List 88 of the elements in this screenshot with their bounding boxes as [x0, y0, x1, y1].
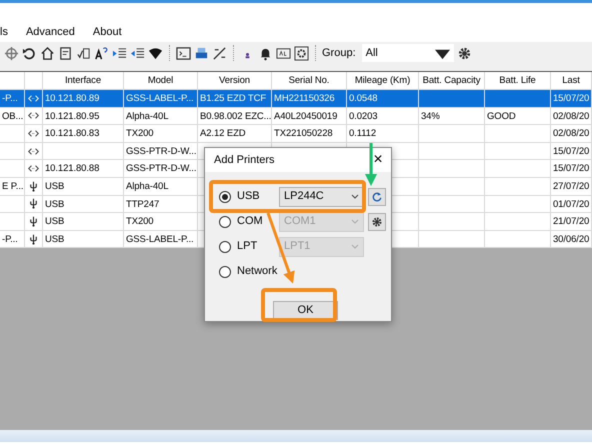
- group-dropdown[interactable]: All: [362, 44, 454, 62]
- table-cell: 10.121.80.95: [43, 108, 124, 126]
- network-icon: [28, 128, 39, 139]
- table-cell: E P...: [0, 178, 25, 196]
- close-button[interactable]: ×: [365, 149, 391, 171]
- table-cell: 15/07/20: [551, 142, 592, 160]
- table-cell: GSS-PTR-D-W...: [124, 160, 198, 178]
- terminal-icon[interactable]: [176, 46, 191, 60]
- table-cell: USB: [43, 196, 124, 214]
- settings-icon[interactable]: [294, 46, 309, 60]
- group-label: Group:: [322, 46, 356, 61]
- table-cell: B0.98.002 EZC...: [198, 108, 272, 126]
- port-dropdown[interactable]: LP244C: [279, 186, 364, 206]
- radio-label[interactable]: Network: [237, 263, 279, 280]
- usb-icon: [28, 216, 39, 227]
- table-cell: 21/07/20: [551, 213, 592, 231]
- table-cell: OB...: [0, 108, 25, 126]
- settings-icon: [371, 216, 383, 228]
- indent-icon[interactable]: [112, 46, 127, 60]
- table-cell: 15/07/20: [551, 160, 592, 178]
- usb-icon: [28, 180, 39, 192]
- table-cell: TX221050228: [272, 125, 347, 143]
- table-cell: 34%: [419, 108, 485, 126]
- table-cell: 02/08/20: [551, 125, 592, 143]
- network-icon: [28, 146, 39, 157]
- table-cell: 02/08/20: [551, 108, 592, 126]
- table-cell: USB: [43, 213, 124, 231]
- table-cell: MH221150326: [272, 90, 347, 108]
- column-header[interactable]: Serial No.: [272, 72, 347, 90]
- network-icon: [28, 92, 39, 104]
- radio-button[interactable]: [219, 190, 231, 202]
- column-header[interactable]: Version: [198, 72, 272, 90]
- textbox-icon[interactable]: [276, 46, 291, 60]
- radio-label[interactable]: USB: [237, 188, 279, 205]
- caret-icon: [351, 242, 359, 250]
- document-icon[interactable]: [58, 46, 73, 60]
- column-header[interactable]: Interface: [43, 72, 124, 90]
- table-cell: 15/07/20: [551, 90, 592, 108]
- table-cell: 10.121.80.88: [43, 160, 124, 178]
- table-cell: Alpha-40L: [124, 108, 198, 126]
- table-cell: GSS-LABEL-P...: [124, 90, 198, 108]
- check-icon[interactable]: [76, 46, 91, 60]
- table-cell: GOOD: [485, 108, 551, 126]
- table-cell: 0.1112: [347, 125, 419, 143]
- table-cell: USB: [43, 178, 124, 196]
- table-cell: B1.25 EZD TCF: [198, 90, 272, 108]
- usb-icon: [28, 198, 39, 210]
- refresh-icon: [371, 190, 383, 202]
- table-cell: TX200: [124, 213, 198, 231]
- table-cell: -P...: [0, 90, 25, 108]
- table-cell: 0.0548: [347, 90, 419, 108]
- menu-item[interactable]: About: [92, 24, 122, 40]
- column-header[interactable]: Batt. Capacity: [419, 72, 485, 90]
- menu-item[interactable]: ls: [0, 24, 8, 40]
- font-icon[interactable]: [94, 46, 109, 60]
- wifi-icon[interactable]: [148, 46, 163, 60]
- table-cell: TX200: [124, 125, 198, 143]
- caret-icon: [351, 192, 359, 200]
- usb-icon: [28, 234, 39, 245]
- column-header[interactable]: Batt. Life: [485, 72, 551, 90]
- table-cell: 0.0203: [347, 108, 419, 126]
- network-icon: [28, 163, 39, 174]
- table-cell: GSS-PTR-D-W...: [124, 142, 198, 160]
- radio-button[interactable]: [219, 266, 231, 278]
- dialog-title: Add Printers: [214, 152, 275, 168]
- refresh-button[interactable]: [368, 188, 386, 206]
- crosshair-icon[interactable]: [4, 46, 19, 60]
- table-cell: 10.121.80.83: [43, 125, 124, 143]
- home-icon[interactable]: [40, 46, 55, 60]
- scale-icon[interactable]: [212, 46, 227, 60]
- table-cell: A40L20450019: [272, 108, 347, 126]
- printer-icon[interactable]: [194, 46, 209, 60]
- column-header[interactable]: Mileage (Km): [347, 72, 419, 90]
- menu-item[interactable]: Advanced: [26, 24, 75, 40]
- table-cell: 01/07/20: [551, 196, 592, 214]
- table-cell: 27/07/20: [551, 178, 592, 196]
- table-cell: A2.12 EZD: [198, 125, 272, 143]
- outdent-icon[interactable]: [130, 46, 145, 60]
- settings-button[interactable]: [368, 212, 386, 230]
- network-icon: [28, 110, 39, 122]
- settings-icon[interactable]: [456, 46, 472, 60]
- column-header[interactable]: Model: [124, 72, 198, 90]
- undo-icon[interactable]: [22, 46, 37, 60]
- column-header[interactable]: Last: [551, 72, 592, 90]
- table-cell: Alpha-40L: [124, 178, 198, 196]
- caret-icon: [351, 218, 359, 226]
- table-cell: 10.121.80.89: [43, 90, 124, 108]
- table-cell: TTP247: [124, 196, 198, 214]
